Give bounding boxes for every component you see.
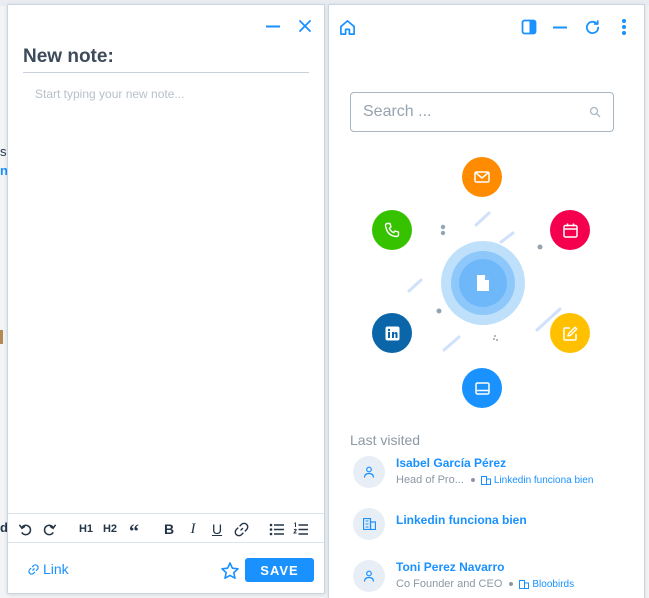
call-action-button[interactable] [372,210,412,250]
bulleted-list-icon [269,523,284,535]
link-format-button[interactable] [232,521,250,537]
background-text-fragment: s [0,144,7,159]
avatar [353,456,385,488]
minimize-icon [266,25,280,28]
heading1-button[interactable]: H1 [77,521,95,537]
note-title[interactable]: New note: [23,45,309,73]
numbered-list-icon [293,521,308,535]
star-icon [221,562,239,579]
decorative-sparkles [407,211,562,352]
company-name[interactable]: Linkedin funciona bien [396,513,527,527]
person-icon [363,570,375,582]
last-visited-item[interactable]: Toni Perez Navarro Co Founder and CEO Bl… [353,560,638,598]
undo-button[interactable] [16,521,34,537]
last-visited-item[interactable]: Linkedin funciona bien [353,508,638,546]
formatting-toolbar: H1 H2 “ B I U [8,513,324,543]
lead-job-title: Head of Pro... [396,474,464,486]
separator-dot [470,478,475,482]
extension-bubble-panel: Last visited Isabel García Pérez Head of… [328,4,645,598]
lead-details: Co Founder and CEO Bloobirds [396,578,574,590]
avatar [353,560,385,592]
undo-icon [18,523,31,535]
quote-button[interactable]: “ [125,521,143,543]
company-icon [480,475,491,485]
linkedin-icon [385,326,399,340]
italic-button[interactable]: I [184,521,202,537]
lead-job-title: Co Founder and CEO [396,578,503,590]
lead-name[interactable]: Toni Perez Navarro [396,560,504,574]
bloobirds-logo [441,241,525,325]
numbered-list-button[interactable] [292,521,310,537]
email-action-button[interactable] [462,157,502,197]
phone-icon [384,222,400,238]
company-link[interactable]: Bloobirds [519,579,574,590]
last-visited-title: Last visited [350,432,421,448]
separator-dot [509,582,514,586]
avatar [353,508,385,540]
company-name: Linkedin funciona bien [493,474,594,486]
close-button[interactable] [296,17,314,35]
favorite-button[interactable] [220,561,240,581]
redo-button[interactable] [40,521,58,537]
lead-details: Head of Pro... Linkedin funciona bien [396,474,593,486]
redo-icon [43,523,56,535]
meeting-action-button[interactable] [550,210,590,250]
bloobirds-icon [477,275,489,291]
note-body-editor[interactable]: Start typing your new note... [35,87,184,101]
save-button[interactable]: SAVE [245,558,314,582]
note-footer: Link SAVE [8,551,324,587]
person-icon [363,466,375,478]
lead-name[interactable]: Isabel García Pérez [396,456,506,470]
browser-icon [474,381,490,395]
bold-button[interactable]: B [160,521,178,537]
company-name: Bloobirds [532,578,575,590]
calendar-icon [562,223,578,238]
link-icon [234,522,248,536]
heading2-button[interactable]: H2 [101,521,119,537]
last-visited-item[interactable]: Isabel García Pérez Head of Pro... Linke… [353,456,638,494]
note-action-button[interactable] [550,313,590,353]
company-link[interactable]: Linkedin funciona bien [480,474,594,486]
linkedin-action-button[interactable] [372,313,412,353]
new-note-panel: New note: Start typing your new note... … [7,4,325,594]
company-icon [519,579,530,589]
logo-ring [451,251,515,315]
company-icon [362,518,376,530]
underline-button[interactable]: U [208,521,226,537]
close-icon [299,20,311,32]
background-element [0,330,3,344]
note-edit-icon [562,326,577,341]
browser-action-button[interactable] [462,368,502,408]
email-icon [474,171,490,183]
link-label: Link [43,561,69,577]
logo-core [459,259,507,307]
add-link-button[interactable]: Link [28,561,69,577]
link-icon [28,563,39,575]
bulleted-list-button[interactable] [268,521,286,537]
minimize-button[interactable] [264,17,282,35]
